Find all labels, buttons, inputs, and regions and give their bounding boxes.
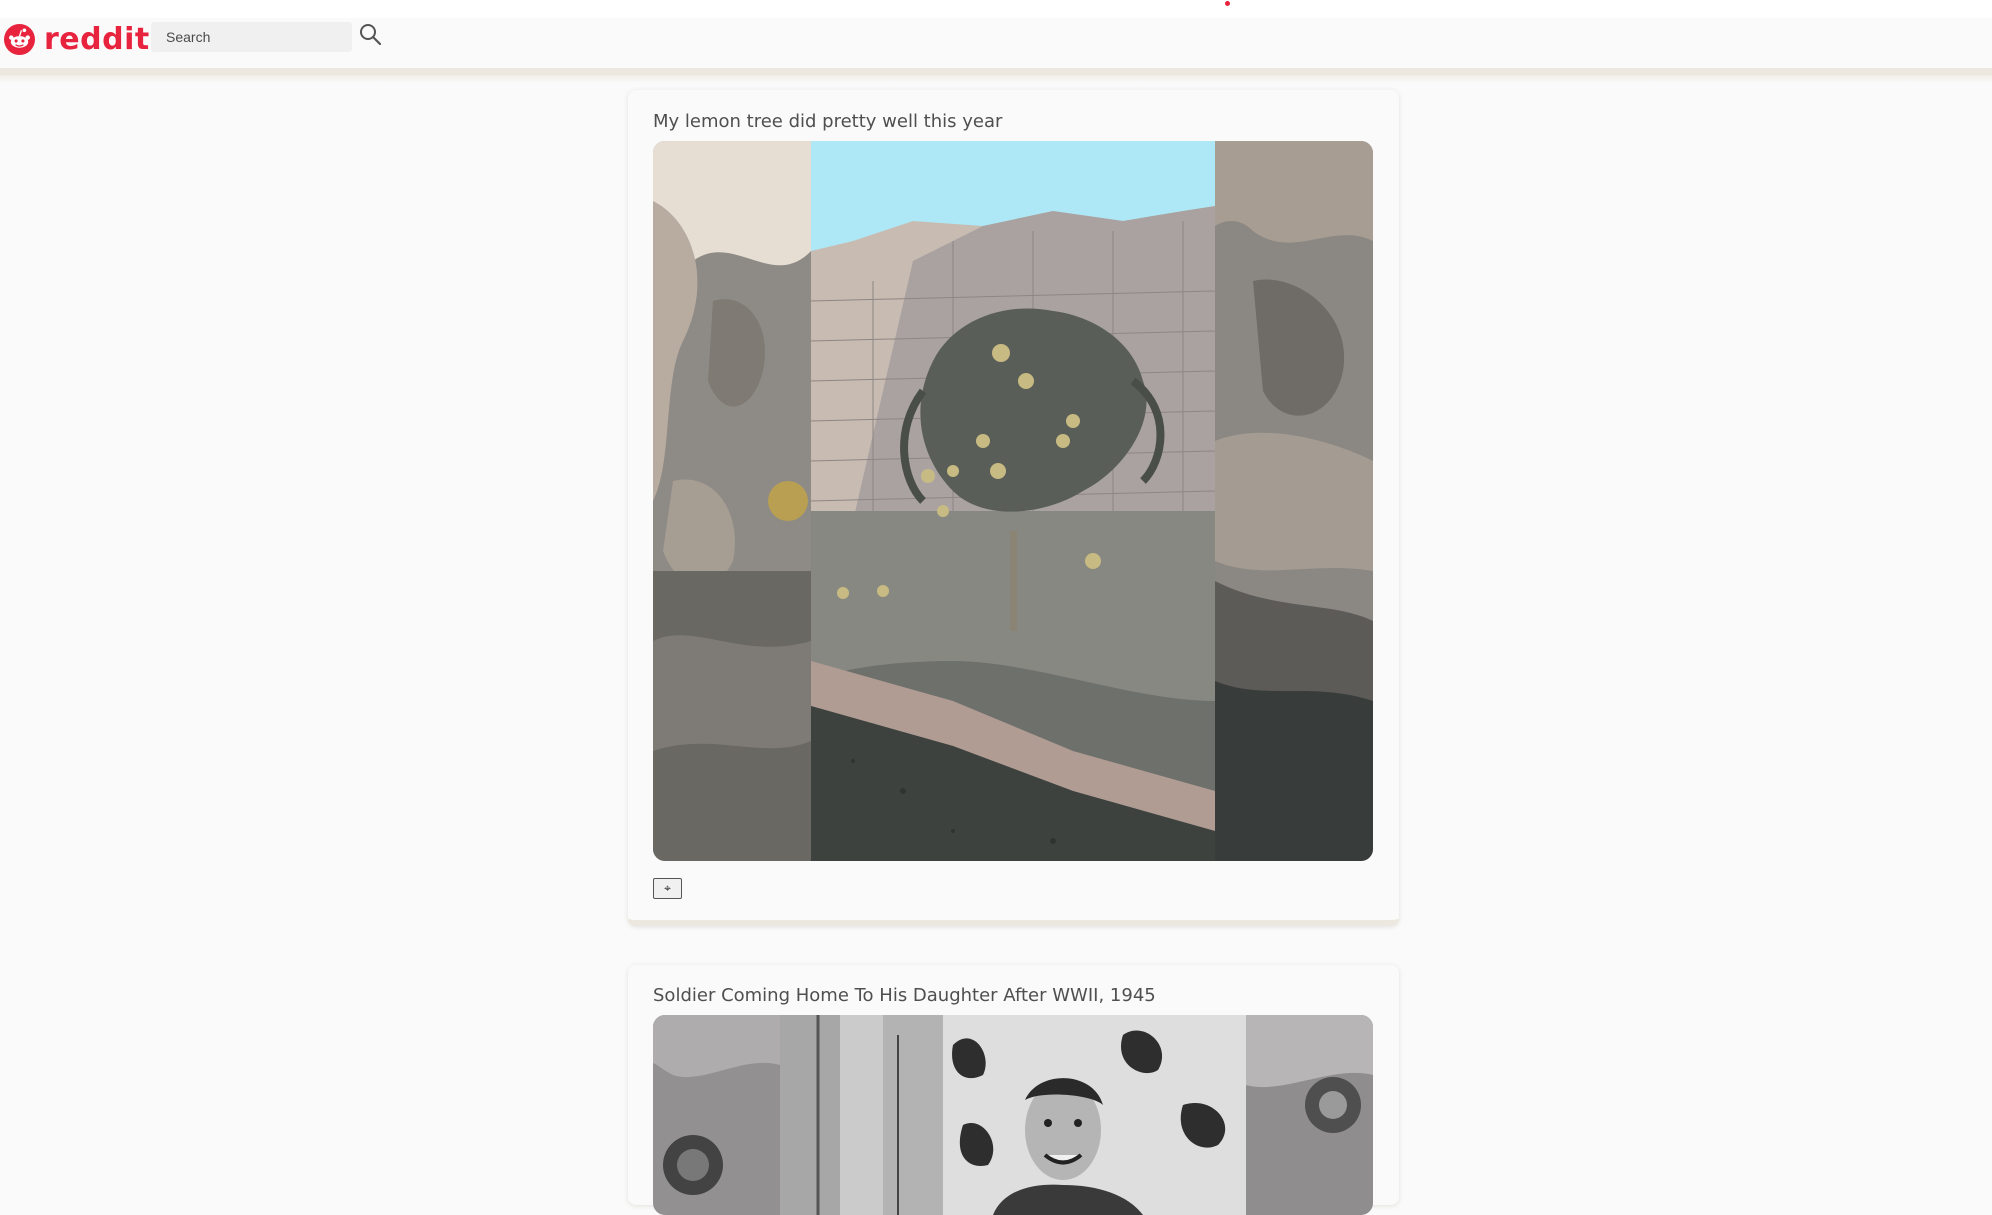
top-strip	[0, 0, 1992, 18]
reddit-logo[interactable]: reddit	[4, 21, 150, 57]
header-shadow	[0, 75, 1992, 83]
lemon-tree-photo	[653, 141, 1373, 861]
reddit-alien-icon	[4, 23, 35, 55]
header-divider	[0, 68, 1992, 75]
magnifier-icon[interactable]	[357, 22, 383, 48]
search-input[interactable]	[151, 22, 352, 52]
soldier-photo	[653, 1015, 1373, 1215]
post-title[interactable]: My lemon tree did pretty well this year	[653, 111, 1002, 132]
post-card[interactable]: My lemon tree did pretty well this year	[628, 90, 1399, 926]
post-title[interactable]: Soldier Coming Home To His Daughter Afte…	[653, 985, 1156, 1006]
post-card[interactable]: Soldier Coming Home To His Daughter Afte…	[628, 965, 1399, 1215]
post-image[interactable]	[653, 141, 1373, 861]
top-navigation-bar: reddit	[0, 0, 1992, 75]
notification-dot	[1225, 1, 1230, 6]
expand-icon[interactable]: ⌖	[653, 878, 682, 899]
logo-text: reddit	[44, 21, 150, 57]
post-image[interactable]	[653, 1015, 1373, 1215]
